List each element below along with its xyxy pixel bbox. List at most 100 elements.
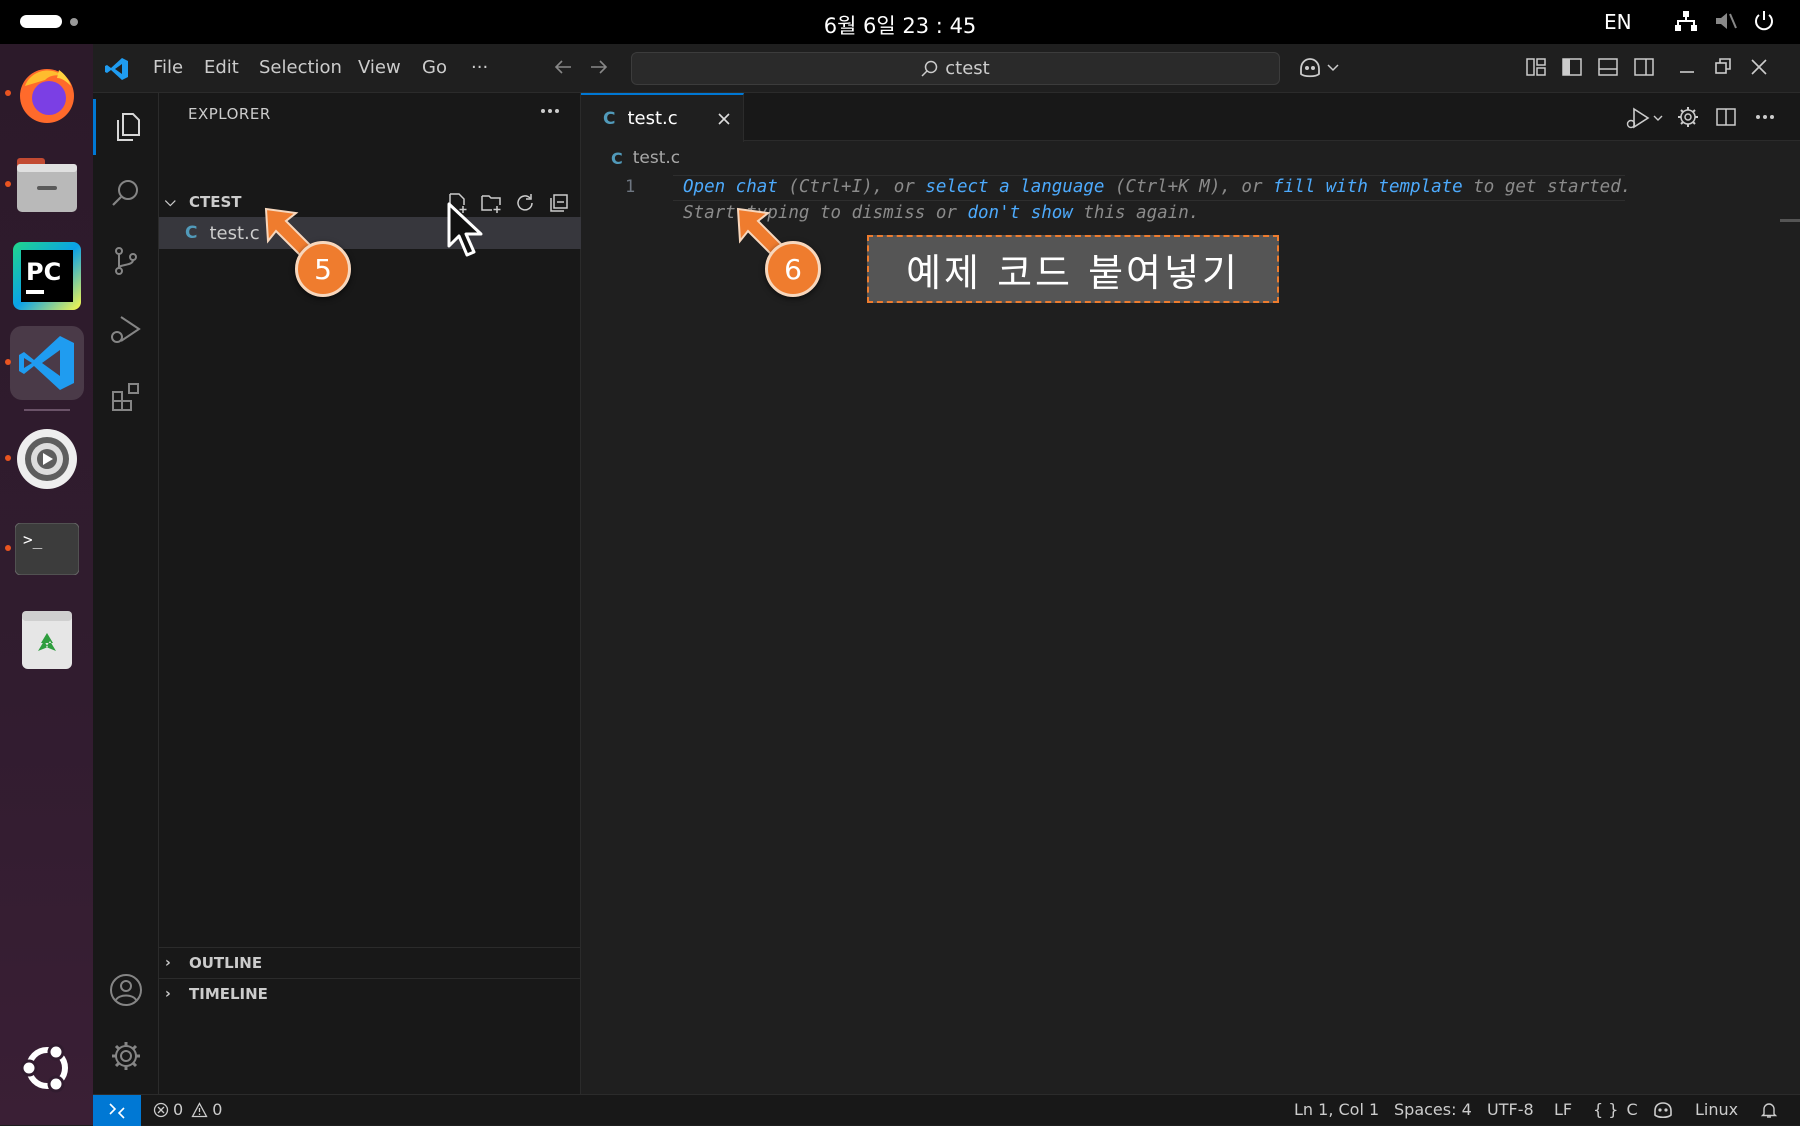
remote-icon	[109, 1102, 125, 1119]
command-center-label: ctest	[945, 58, 990, 79]
extensions-icon	[112, 383, 139, 411]
breadcrumb[interactable]: C test.c	[611, 148, 680, 168]
callout-label: 예제 코드 붙여넣기	[867, 235, 1279, 303]
toggle-primary-sidebar-icon[interactable]	[1561, 56, 1583, 78]
activity-source-control[interactable]	[93, 233, 159, 289]
files-icon	[17, 158, 77, 212]
timeline-label: TIMELINE	[189, 984, 268, 1003]
language-mode[interactable]: { } C	[1593, 1100, 1638, 1119]
hint-text: (Ctrl+I), or	[777, 177, 926, 197]
end-of-line[interactable]: LF	[1554, 1100, 1572, 1119]
power-icon[interactable]	[1753, 10, 1775, 32]
clock[interactable]: 6월 6일 23 : 45	[0, 10, 1800, 40]
hint-link[interactable]: Open chat	[683, 177, 778, 197]
dock-terminal[interactable]: >_	[5, 512, 84, 586]
indentation[interactable]: Spaces: 4	[1394, 1100, 1472, 1119]
hint-text: (Ctrl+K M), or	[1104, 177, 1274, 197]
restore-icon[interactable]	[1713, 56, 1733, 78]
dock-vscode[interactable]	[5, 326, 84, 400]
dock-pycharm[interactable]: PC	[10, 239, 84, 313]
run-debug-dropdown-icon[interactable]	[1625, 106, 1665, 130]
notifications-bell-icon[interactable]	[1760, 1101, 1778, 1119]
activity-run-debug[interactable]	[93, 301, 159, 357]
activity-explorer[interactable]	[93, 99, 159, 155]
pycharm-icon: PC	[13, 242, 81, 310]
menu-view[interactable]: View	[358, 57, 401, 78]
language-name: C	[1626, 1100, 1638, 1119]
activity-accounts[interactable]	[93, 962, 159, 1018]
empty-editor-hint-line1: Open chat (Ctrl+I), or select a language…	[683, 177, 1631, 197]
hint-link[interactable]: select a language	[925, 177, 1104, 197]
split-editor-icon[interactable]	[1715, 106, 1737, 128]
editor-more-actions-icon[interactable]	[1755, 113, 1775, 121]
warning-icon	[191, 1101, 208, 1117]
file-name: test.c	[209, 222, 260, 244]
problems-indicator[interactable]: 0 0	[153, 1100, 222, 1119]
gear-icon	[112, 1042, 140, 1070]
dock-firefox[interactable]	[5, 57, 84, 131]
chevron-down-icon: ⌵	[165, 194, 176, 210]
timeline-section-header[interactable]: › TIMELINE	[159, 978, 581, 1008]
close-window-icon[interactable]	[1749, 56, 1769, 78]
dock-trash[interactable]	[10, 602, 84, 676]
explorer-sidebar: EXPLORER ⌵ CTEST C test.c › OUTLINE › TI…	[159, 93, 581, 1094]
vscode-icon	[19, 336, 74, 390]
hint-link[interactable]: fill with template	[1273, 177, 1463, 197]
trash-icon	[22, 611, 72, 669]
menu-file[interactable]: File	[153, 57, 183, 78]
gear-icon[interactable]	[1677, 106, 1699, 128]
volume-muted-icon[interactable]	[1714, 10, 1738, 32]
firefox-icon	[20, 69, 74, 123]
close-tab-icon[interactable]	[717, 112, 731, 126]
dock-settings[interactable]	[5, 422, 84, 496]
toggle-panel-icon[interactable]	[1597, 56, 1619, 78]
svg-text:PC: PC	[26, 258, 61, 286]
svg-text:>_: >_	[23, 530, 43, 549]
command-center-search[interactable]: ctest	[631, 52, 1280, 85]
refresh-icon[interactable]	[514, 192, 536, 214]
explorer-more-actions-icon[interactable]	[540, 107, 560, 115]
line-number: 1	[625, 177, 636, 197]
editor-tab[interactable]: C test.c	[581, 93, 744, 142]
show-apps-button[interactable]	[14, 1035, 80, 1101]
copilot-status-icon[interactable]	[1653, 1101, 1673, 1119]
customize-layout-icon[interactable]	[1525, 56, 1547, 78]
menu-more[interactable]: ···	[471, 57, 488, 78]
outline-section-header[interactable]: › OUTLINE	[159, 947, 581, 977]
input-language-indicator[interactable]: EN	[1604, 10, 1632, 34]
encoding[interactable]: UTF-8	[1487, 1100, 1534, 1119]
network-icon[interactable]	[1674, 10, 1698, 32]
copilot-icon[interactable]	[1298, 56, 1342, 80]
menu-selection[interactable]: Selection	[259, 57, 342, 78]
menu-edit[interactable]: Edit	[204, 57, 239, 78]
menu-go[interactable]: Go	[422, 57, 447, 78]
cursor-position[interactable]: Ln 1, Col 1	[1294, 1100, 1379, 1119]
file-tree-item[interactable]: C test.c	[159, 217, 581, 249]
chevron-right-icon: ›	[165, 954, 171, 971]
activity-manage[interactable]	[93, 1028, 159, 1084]
activity-search[interactable]	[93, 165, 159, 221]
tab-label: test.c	[627, 108, 678, 129]
toggle-secondary-sidebar-icon[interactable]	[1633, 56, 1655, 78]
collapse-all-icon[interactable]	[548, 192, 570, 214]
vscode-window: File Edit Selection View Go ··· ctest EX…	[93, 44, 1800, 1126]
forward-arrow-icon[interactable]	[589, 56, 609, 78]
dock-files[interactable]	[5, 148, 84, 222]
account-icon	[110, 974, 142, 1006]
search-icon	[112, 180, 138, 206]
ubuntu-logo-icon	[20, 1043, 68, 1093]
remote-indicator[interactable]	[93, 1095, 141, 1126]
error-icon	[153, 1102, 169, 1117]
hint-text: to get started.	[1462, 177, 1632, 197]
back-arrow-icon[interactable]	[553, 56, 573, 78]
terminal-icon: >_	[15, 523, 79, 575]
os-indicator[interactable]: Linux	[1695, 1100, 1738, 1119]
activity-extensions[interactable]	[93, 369, 159, 425]
chevron-right-icon: ›	[165, 985, 171, 1002]
editor-tab-bar: C test.c	[581, 93, 1800, 142]
minimize-icon[interactable]	[1677, 56, 1697, 78]
step-6-badge: 6	[765, 241, 821, 297]
run-debug-icon	[111, 316, 141, 343]
hint-link[interactable]: don't show	[967, 203, 1072, 223]
settings-icon	[17, 429, 77, 489]
